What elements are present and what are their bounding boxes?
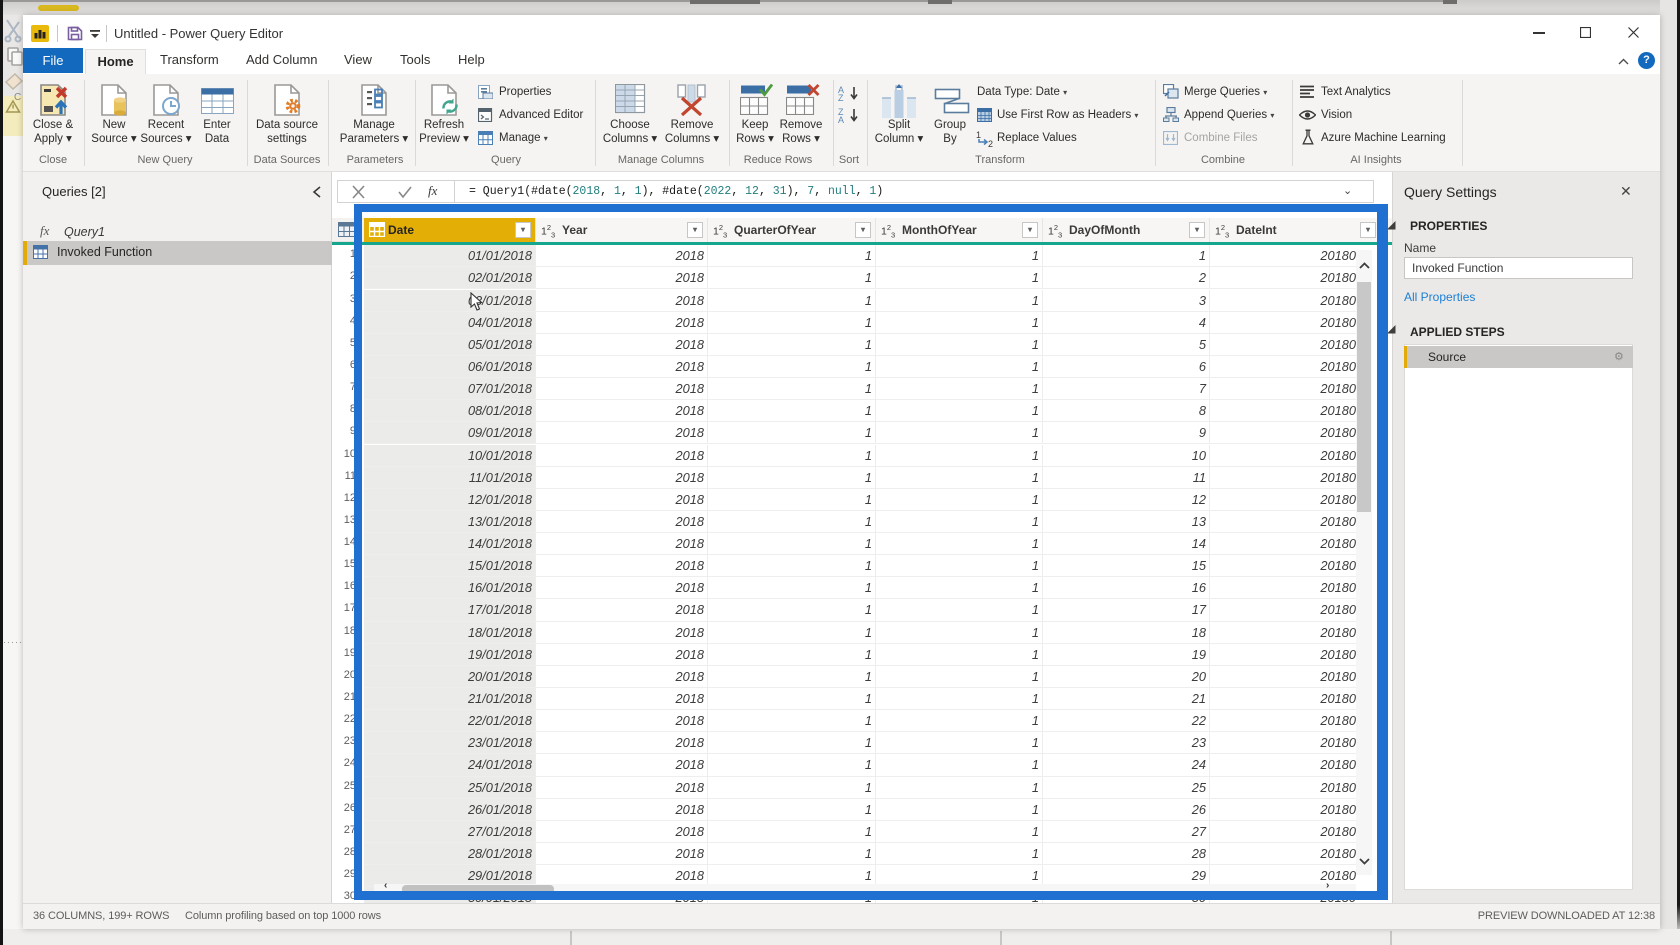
svg-text:2: 2 [988,139,993,147]
svg-text:1: 1 [976,130,981,140]
svg-text:Z: Z [838,93,844,103]
svg-text:C: C [14,92,21,103]
svg-text:A: A [838,115,844,124]
